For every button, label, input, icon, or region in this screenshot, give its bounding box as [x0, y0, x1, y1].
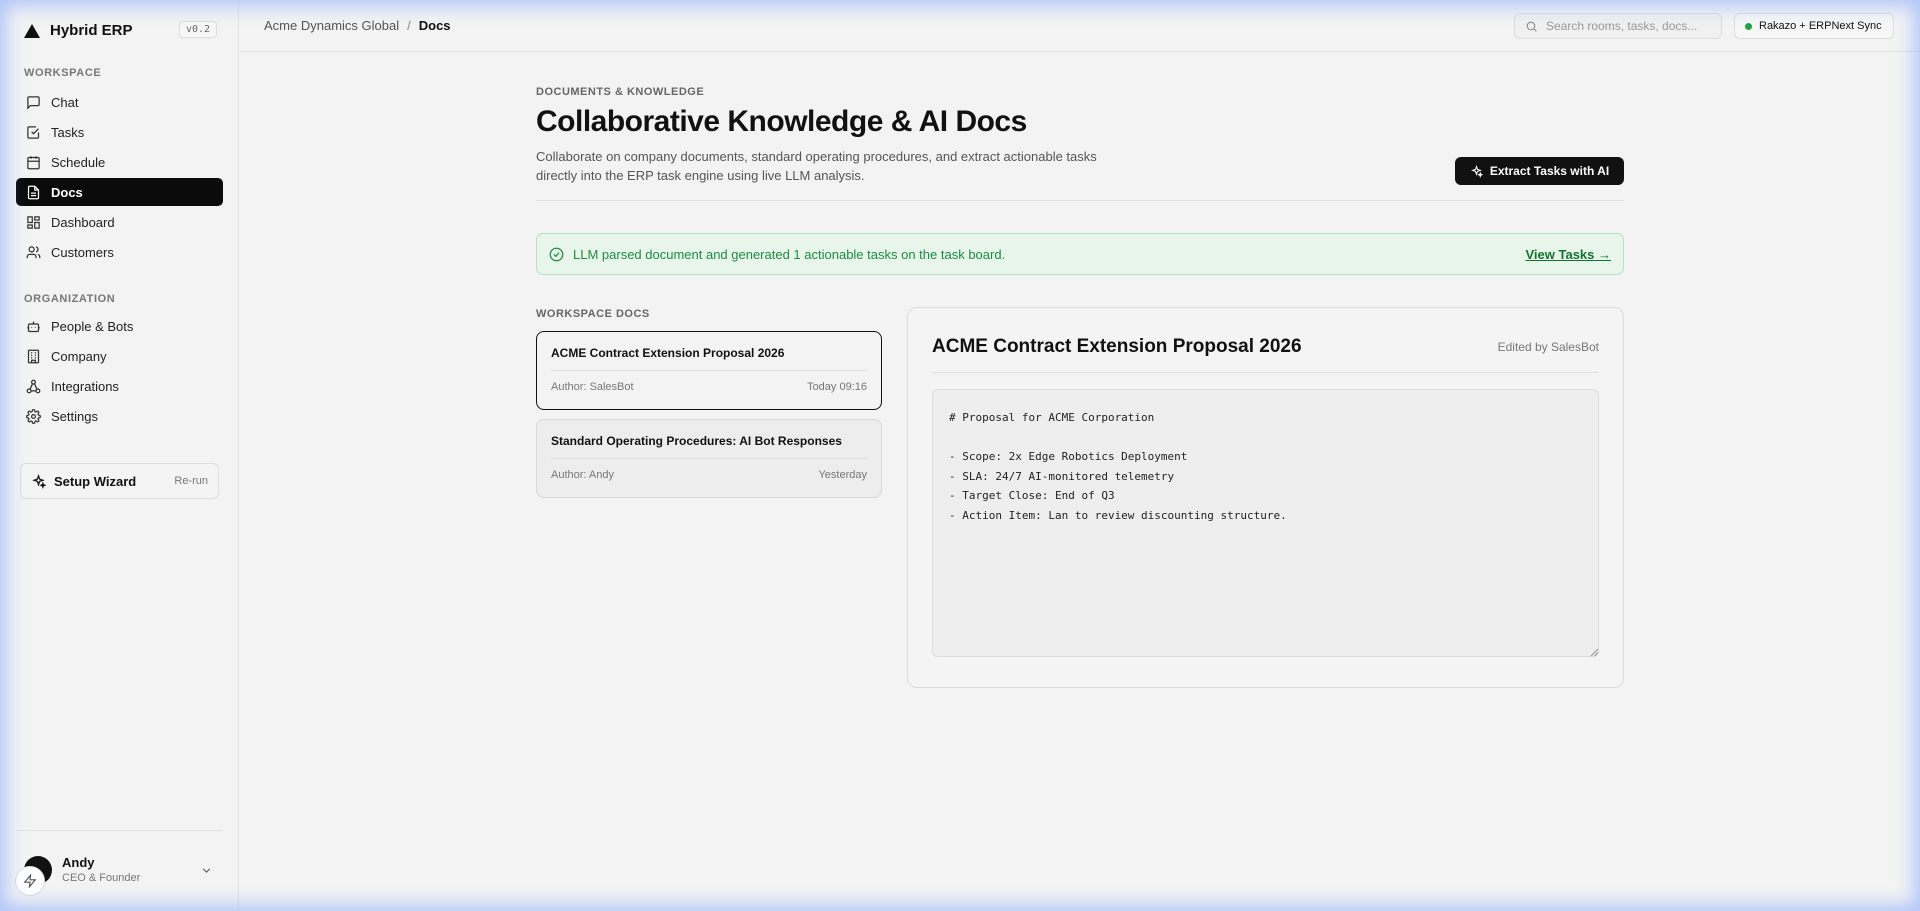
sidebar-item-tasks[interactable]: Tasks	[16, 118, 223, 146]
doc-divider	[551, 458, 867, 459]
bot-icon	[27, 321, 40, 332]
view-tasks-link[interactable]: View Tasks →	[1525, 247, 1611, 262]
sidebar-item-customers[interactable]: Customers	[16, 238, 223, 266]
editor-divider	[932, 372, 1599, 373]
users-icon	[26, 245, 41, 258]
building-icon	[27, 349, 40, 363]
breadcrumb-org[interactable]: Acme Dynamics Global	[264, 18, 399, 33]
setup-rerun-link[interactable]: Re-run	[174, 475, 208, 487]
sidebar-item-label: People & Bots	[51, 318, 134, 334]
header-divider	[536, 200, 1624, 201]
sidebar-item-label: Chat	[51, 94, 79, 110]
brand-logo-icon	[24, 23, 40, 38]
sidebar-item-chat[interactable]: Chat	[16, 88, 223, 116]
lightning-icon	[23, 874, 37, 888]
brand-name: Hybrid ERP	[50, 22, 133, 39]
doc-card-sop-ai-bot[interactable]: Standard Operating Procedures: AI Bot Re…	[536, 419, 882, 498]
doc-time: Yesterday	[818, 469, 867, 481]
sidebar-item-integrations[interactable]: Integrations	[16, 372, 223, 400]
sync-status-dot	[1745, 22, 1752, 30]
top-bar: Acme Dynamics Global / Docs Search rooms…	[240, 0, 1920, 52]
network-icon	[26, 379, 41, 393]
sparkle-icon	[1470, 164, 1483, 178]
extract-tasks-button[interactable]: Extract Tasks with AI	[1455, 157, 1624, 185]
sidebar-item-settings[interactable]: Settings	[16, 402, 223, 430]
editor-doc-title: ACME Contract Extension Proposal 2026	[932, 336, 1302, 357]
document-icon	[27, 185, 40, 199]
sidebar: Hybrid ERP v0.2 WORKSPACE Chat Tasks Sch…	[0, 0, 239, 911]
sidebar-item-label: Settings	[51, 408, 98, 424]
sync-status-badge[interactable]: Rakazo + ERPNext Sync	[1734, 13, 1894, 39]
breadcrumb-separator: /	[407, 18, 411, 33]
search-placeholder: Search rooms, tasks, docs...	[1546, 19, 1698, 33]
breadcrumb-current: Docs	[418, 18, 451, 33]
sparkle-icon	[32, 473, 46, 489]
doc-author: Author: SalesBot	[551, 381, 634, 393]
sidebar-item-label: Tasks	[51, 124, 85, 140]
checkbox-icon	[27, 125, 40, 139]
doc-author: Author: Andy	[551, 469, 614, 481]
alert-message: LLM parsed document and generated 1 acti…	[573, 246, 1006, 262]
check-circle-icon	[549, 247, 564, 261]
sidebar-item-company[interactable]: Company	[16, 342, 223, 370]
doc-title: Standard Operating Procedures: AI Bot Re…	[551, 434, 842, 448]
doc-title: ACME Contract Extension Proposal 2026	[551, 346, 785, 360]
sidebar-item-dashboard[interactable]: Dashboard	[16, 208, 223, 236]
document-editor-panel: ACME Contract Extension Proposal 2026 Ed…	[907, 307, 1624, 688]
sidebar-item-people-bots[interactable]: People & Bots	[16, 312, 223, 340]
sidebar-item-label: Schedule	[51, 154, 106, 170]
sidebar-item-label: Company	[51, 348, 107, 364]
sidebar-item-label: Dashboard	[51, 214, 115, 230]
success-alert: LLM parsed document and generated 1 acti…	[536, 233, 1624, 275]
search-icon	[1526, 21, 1537, 32]
doc-card-acme-proposal[interactable]: ACME Contract Extension Proposal 2026 Au…	[536, 331, 882, 410]
document-content-textarea[interactable]: # Proposal for ACME Corporation - Scope:…	[932, 389, 1599, 657]
doc-divider	[551, 370, 867, 371]
page-eyebrow: DOCUMENTS & KNOWLEDGE	[536, 86, 705, 98]
sync-status-label: Rakazo + ERPNext Sync	[1759, 20, 1882, 32]
resize-handle-icon[interactable]	[1590, 648, 1599, 657]
sidebar-item-schedule[interactable]: Schedule	[16, 148, 223, 176]
organization-section-label: ORGANIZATION	[24, 293, 116, 305]
brand[interactable]: Hybrid ERP	[24, 22, 133, 39]
calendar-icon	[27, 155, 40, 169]
user-name: Andy	[62, 855, 95, 870]
breadcrumb: Acme Dynamics Global / Docs	[264, 18, 451, 33]
quick-action-button[interactable]	[15, 866, 45, 896]
version-badge: v0.2	[179, 21, 218, 38]
dashboard-grid-icon	[27, 215, 40, 229]
extract-tasks-label: Extract Tasks with AI	[1489, 164, 1610, 178]
sidebar-item-label: Integrations	[51, 378, 119, 394]
page-description: Collaborate on company documents, standa…	[536, 149, 1097, 183]
doc-time: Today 09:16	[807, 381, 867, 393]
search-input[interactable]: Search rooms, tasks, docs...	[1514, 13, 1722, 39]
sidebar-item-docs[interactable]: Docs	[16, 178, 223, 206]
page-title: Collaborative Knowledge & AI Docs	[536, 105, 1027, 138]
setup-wizard-button[interactable]: Setup Wizard Re-run	[20, 463, 219, 499]
user-divider	[16, 830, 223, 831]
workspace-section-label: WORKSPACE	[24, 67, 102, 79]
sidebar-item-label: Customers	[51, 244, 114, 260]
user-role: CEO & Founder	[62, 872, 141, 884]
gear-icon	[26, 408, 41, 424]
chat-icon	[27, 95, 40, 110]
chevron-down-icon[interactable]	[200, 864, 213, 877]
setup-wizard-label: Setup Wizard	[54, 473, 137, 489]
workspace-docs-label: WORKSPACE DOCS	[536, 308, 650, 320]
editor-edited-by: Edited by SalesBot	[1497, 340, 1599, 354]
sidebar-item-label: Docs	[51, 184, 83, 200]
